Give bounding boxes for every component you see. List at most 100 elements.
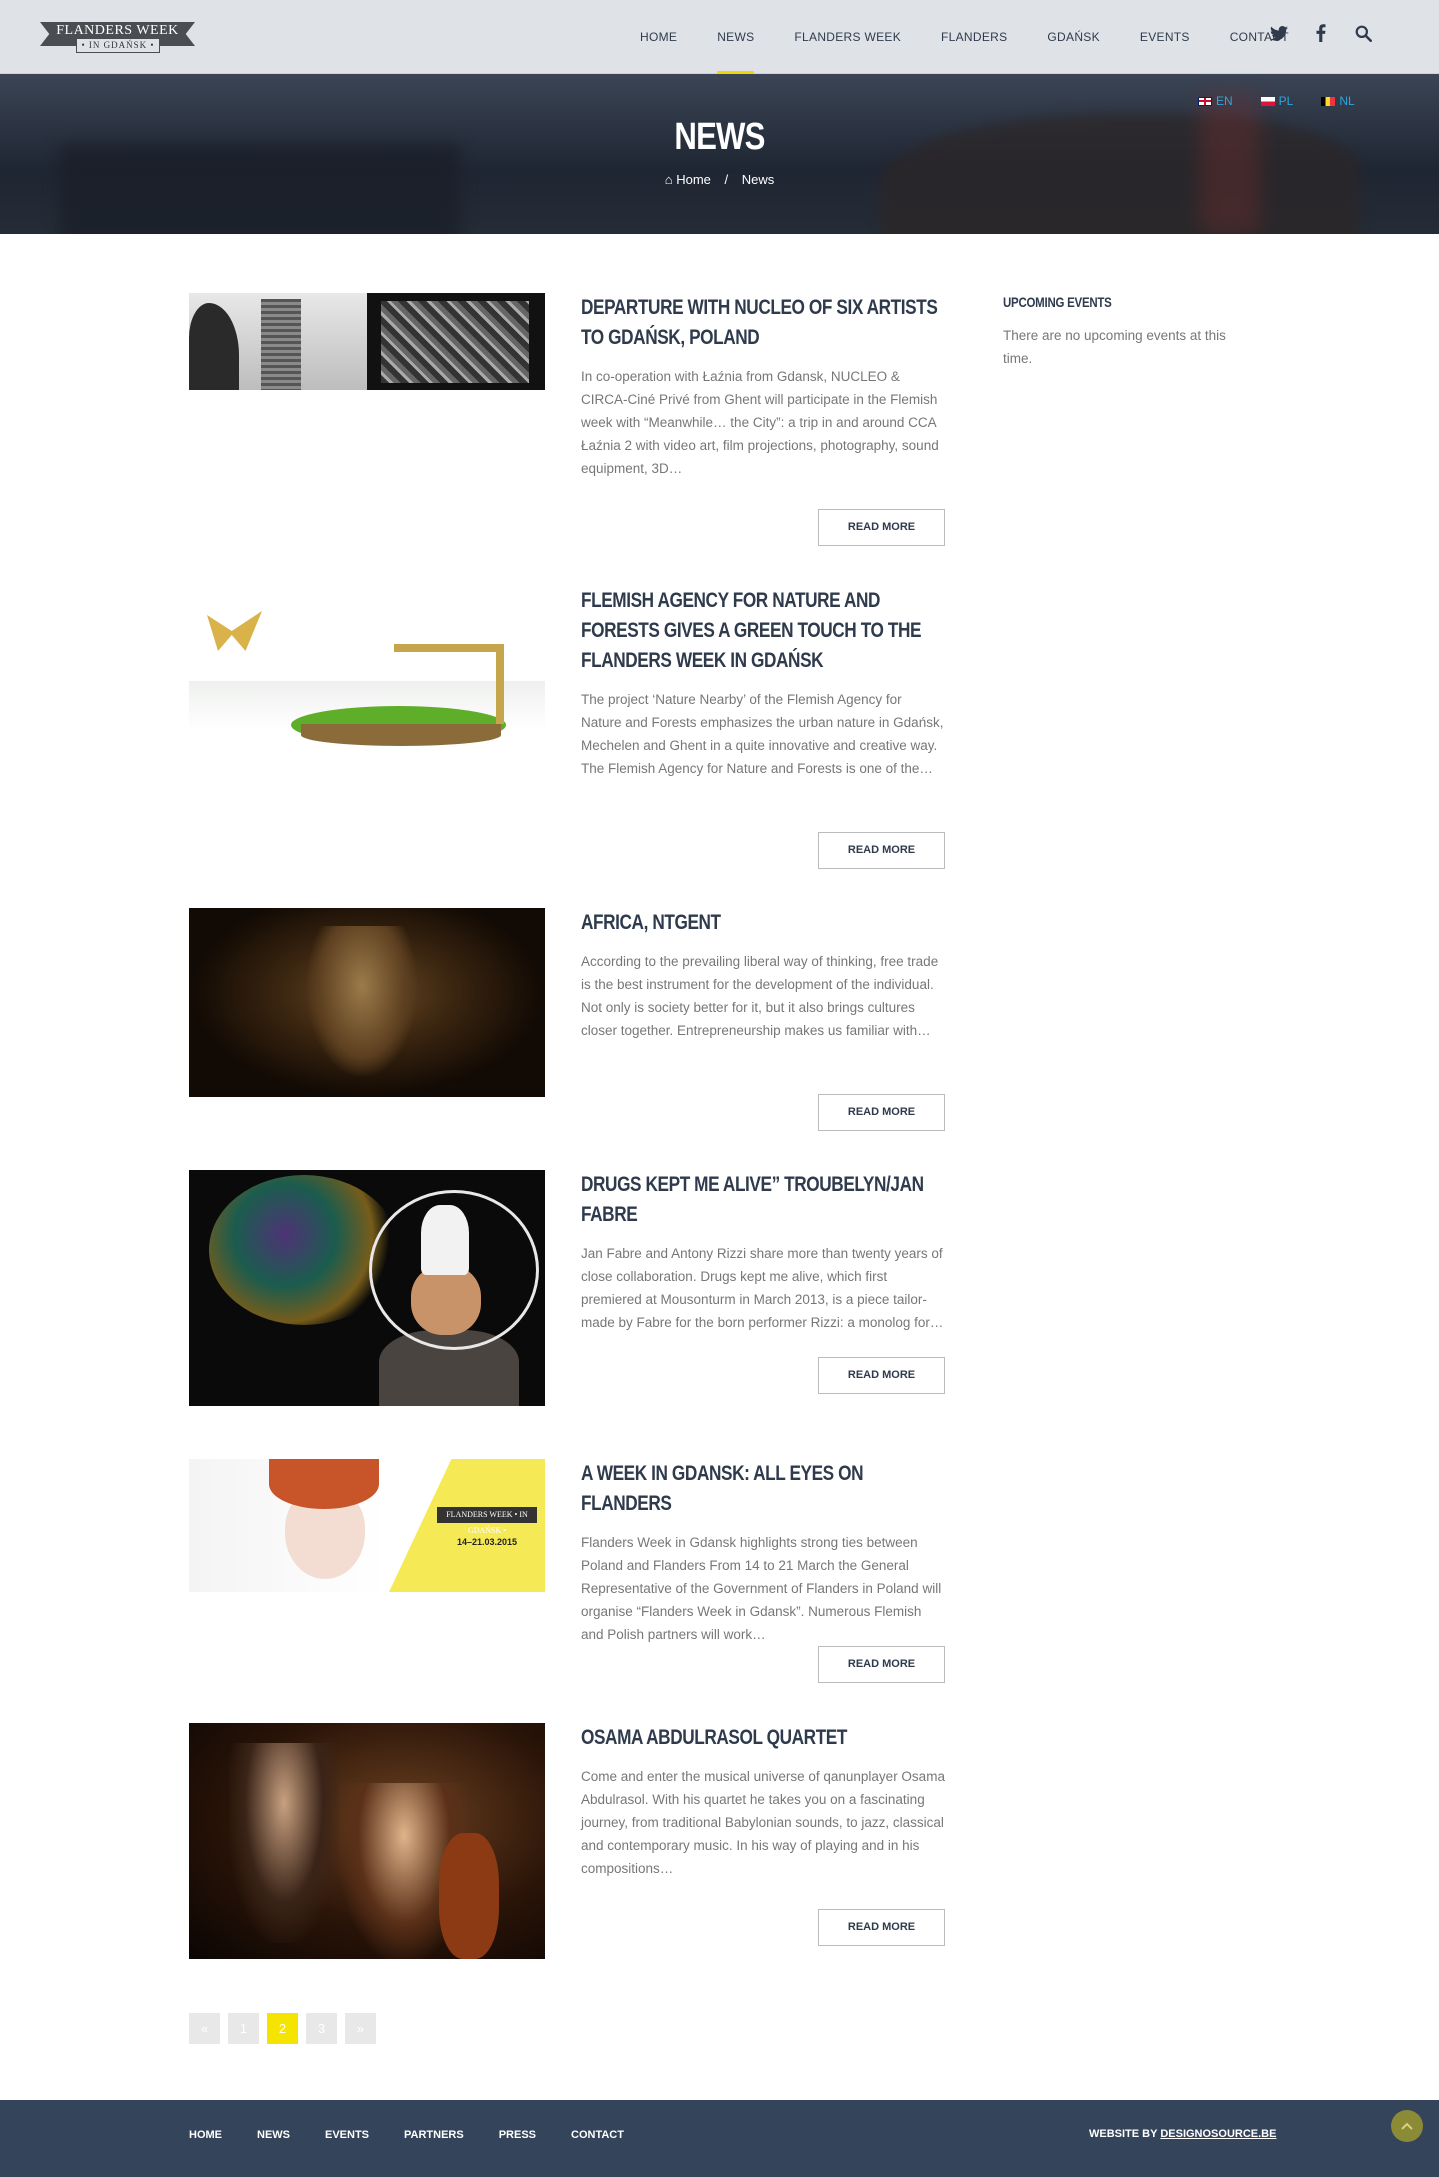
facebook-icon[interactable] (1310, 24, 1332, 47)
home-icon[interactable]: ⌂ (665, 172, 673, 187)
thumb-musician-1 (229, 1743, 339, 1943)
post-excerpt: According to the prevailing liberal way … (581, 954, 939, 1038)
post-excerpt: Jan Fabre and Antony Rizzi share more th… (581, 1246, 944, 1330)
post-title[interactable]: DEPARTURE WITH NUCLEO OF SIX ARTISTS TO … (581, 293, 942, 353)
lang-pl-label: PL (1278, 94, 1294, 108)
lang-nl-label: NL (1339, 94, 1355, 108)
site-header: FLANDERS WEEK • IN GDAŃSK • HOME NEWS FL… (0, 0, 1439, 74)
thumb-building-detail (381, 301, 529, 383)
logo-title: FLANDERS WEEK (56, 23, 179, 38)
nav-news[interactable]: NEWS (697, 0, 774, 74)
lang-en-label: EN (1216, 94, 1233, 108)
post-thumbnail[interactable] (189, 1723, 545, 1959)
site-footer: HOME NEWS EVENTS PARTNERS PRESS CONTACT … (0, 2100, 1439, 2177)
news-post: DRUGS KEPT ME ALIVE” TROUBELYN/JAN FABRE… (189, 1170, 945, 1410)
thumb-logo-text: FLANDERS WEEK • IN GDAŃSK • (437, 1507, 537, 1535)
breadcrumb-separator: / (724, 172, 729, 187)
footer-nav-partners[interactable]: PARTNERS (404, 2129, 464, 2141)
social-links (1268, 24, 1374, 47)
nav-events[interactable]: EVENTS (1120, 0, 1210, 74)
footer-credit: WEBSITE BY DESIGNOSOURCE.BE (1089, 2128, 1276, 2140)
thumb-cello (439, 1833, 499, 1959)
post-body: FLEMISH AGENCY FOR NATURE AND FORESTS GI… (581, 586, 945, 780)
footer-nav-home[interactable]: HOME (189, 2129, 222, 2141)
site-logo[interactable]: FLANDERS WEEK • IN GDAŃSK • (40, 18, 195, 54)
thumb-soil (301, 724, 501, 746)
post-excerpt: In co-operation with Łaźnia from Gdansk,… (581, 369, 939, 476)
footer-nav-press[interactable]: PRESS (499, 2129, 536, 2141)
post-title[interactable]: A WEEK IN GDANSK: ALL EYES ON FLANDERS (581, 1459, 942, 1519)
credit-link[interactable]: DESIGNOSOURCE.BE (1160, 2128, 1276, 2140)
footer-nav-contact[interactable]: CONTACT (571, 2129, 624, 2141)
thumb-ring (369, 1190, 539, 1350)
credit-prefix: WEBSITE BY (1089, 2128, 1158, 2140)
thumb-butterfly (207, 611, 262, 651)
nav-home[interactable]: HOME (620, 0, 697, 74)
breadcrumb-home[interactable]: Home (676, 172, 711, 187)
footer-nav-events[interactable]: EVENTS (325, 2129, 369, 2141)
pagination: « 1 2 3 » (189, 2013, 376, 2044)
poland-flag-icon (1260, 96, 1275, 106)
news-post: FLANDERS WEEK • IN GDAŃSK • 14–21.03.201… (189, 1459, 945, 1684)
read-more-button[interactable]: READ MORE (818, 1357, 945, 1394)
post-body: AFRICA, NTGENT According to the prevaili… (581, 908, 945, 1042)
pagination-page[interactable]: 3 (306, 2013, 337, 2044)
footer-nav-news[interactable]: NEWS (257, 2129, 290, 2141)
post-thumbnail[interactable] (189, 1170, 545, 1406)
post-thumbnail[interactable] (189, 908, 545, 1097)
logo-subtitle: • IN GDAŃSK • (76, 38, 160, 53)
search-icon[interactable] (1352, 25, 1374, 47)
breadcrumb-current: News (741, 172, 775, 187)
post-thumbnail[interactable] (189, 586, 545, 756)
news-post: AFRICA, NTGENT According to the prevaili… (189, 908, 945, 1132)
pagination-page-current[interactable]: 2 (267, 2013, 298, 2044)
language-switcher: EN PL NL (1198, 94, 1355, 108)
post-title[interactable]: DRUGS KEPT ME ALIVE” TROUBELYN/JAN FABRE (581, 1170, 942, 1230)
thumb-face (307, 926, 417, 1076)
post-excerpt: Flanders Week in Gdansk highlights stron… (581, 1535, 942, 1642)
pagination-page[interactable]: 1 (228, 2013, 259, 2044)
twitter-icon[interactable] (1268, 25, 1290, 46)
nav-flanders[interactable]: FLANDERS (921, 0, 1027, 74)
thumb-hair (269, 1459, 379, 1509)
page-title: NEWS (674, 116, 765, 158)
nav-gdansk[interactable]: GDAŃSK (1027, 0, 1119, 74)
lang-en[interactable]: EN (1198, 94, 1233, 108)
lang-pl[interactable]: PL (1260, 94, 1294, 108)
sidebar-title: UPCOMING EVENTS (1003, 294, 1112, 310)
post-title[interactable]: AFRICA, NTGENT (581, 908, 942, 938)
read-more-button[interactable]: READ MORE (818, 1646, 945, 1683)
post-body: A WEEK IN GDANSK: ALL EYES ON FLANDERS F… (581, 1459, 945, 1646)
post-title[interactable]: OSAMA ABDULRASOL QUARTET (581, 1723, 942, 1753)
hero-light-shape (1200, 94, 1260, 234)
post-body: DEPARTURE WITH NUCLEO OF SIX ARTISTS TO … (581, 293, 945, 480)
read-more-button[interactable]: READ MORE (818, 509, 945, 546)
post-body: OSAMA ABDULRASOL QUARTET Come and enter … (581, 1723, 945, 1880)
post-excerpt: Come and enter the musical universe of q… (581, 1769, 945, 1876)
pagination-next[interactable]: » (345, 2013, 376, 2044)
breadcrumb: ⌂ Home / News (0, 172, 1439, 187)
news-post: DEPARTURE WITH NUCLEO OF SIX ARTISTS TO … (189, 293, 945, 548)
read-more-button[interactable]: READ MORE (818, 1909, 945, 1946)
arrow-up-icon[interactable] (1391, 2110, 1423, 2142)
nav-flanders-week[interactable]: FLANDERS WEEK (774, 0, 921, 74)
post-body: DRUGS KEPT ME ALIVE” TROUBELYN/JAN FABRE… (581, 1170, 945, 1334)
post-excerpt: The project ‘Nature Nearby’ of the Flemi… (581, 692, 944, 776)
uk-flag-icon (1198, 96, 1212, 106)
news-post: FLEMISH AGENCY FOR NATURE AND FORESTS GI… (189, 586, 945, 871)
page-hero: EN PL NL NEWS ⌂ Home / News (0, 74, 1439, 234)
news-post: OSAMA ABDULRASOL QUARTET Come and enter … (189, 1723, 945, 1963)
main-nav: HOME NEWS FLANDERS WEEK FLANDERS GDAŃSK … (620, 0, 1309, 74)
thumb-panel (367, 293, 545, 390)
lang-nl[interactable]: NL (1321, 94, 1355, 108)
pagination-prev[interactable]: « (189, 2013, 220, 2044)
sidebar: UPCOMING EVENTS There are no upcoming ev… (1003, 294, 1248, 370)
post-thumbnail[interactable] (189, 293, 545, 390)
post-thumbnail[interactable]: FLANDERS WEEK • IN GDAŃSK • 14–21.03.201… (189, 1459, 545, 1592)
footer-nav: HOME NEWS EVENTS PARTNERS PRESS CONTACT (189, 2129, 624, 2141)
thumb-crane (394, 644, 504, 724)
post-title[interactable]: FLEMISH AGENCY FOR NATURE AND FORESTS GI… (581, 586, 942, 676)
read-more-button[interactable]: READ MORE (818, 832, 945, 869)
read-more-button[interactable]: READ MORE (818, 1094, 945, 1131)
thumb-dates: 14–21.03.2015 (456, 1537, 518, 1547)
